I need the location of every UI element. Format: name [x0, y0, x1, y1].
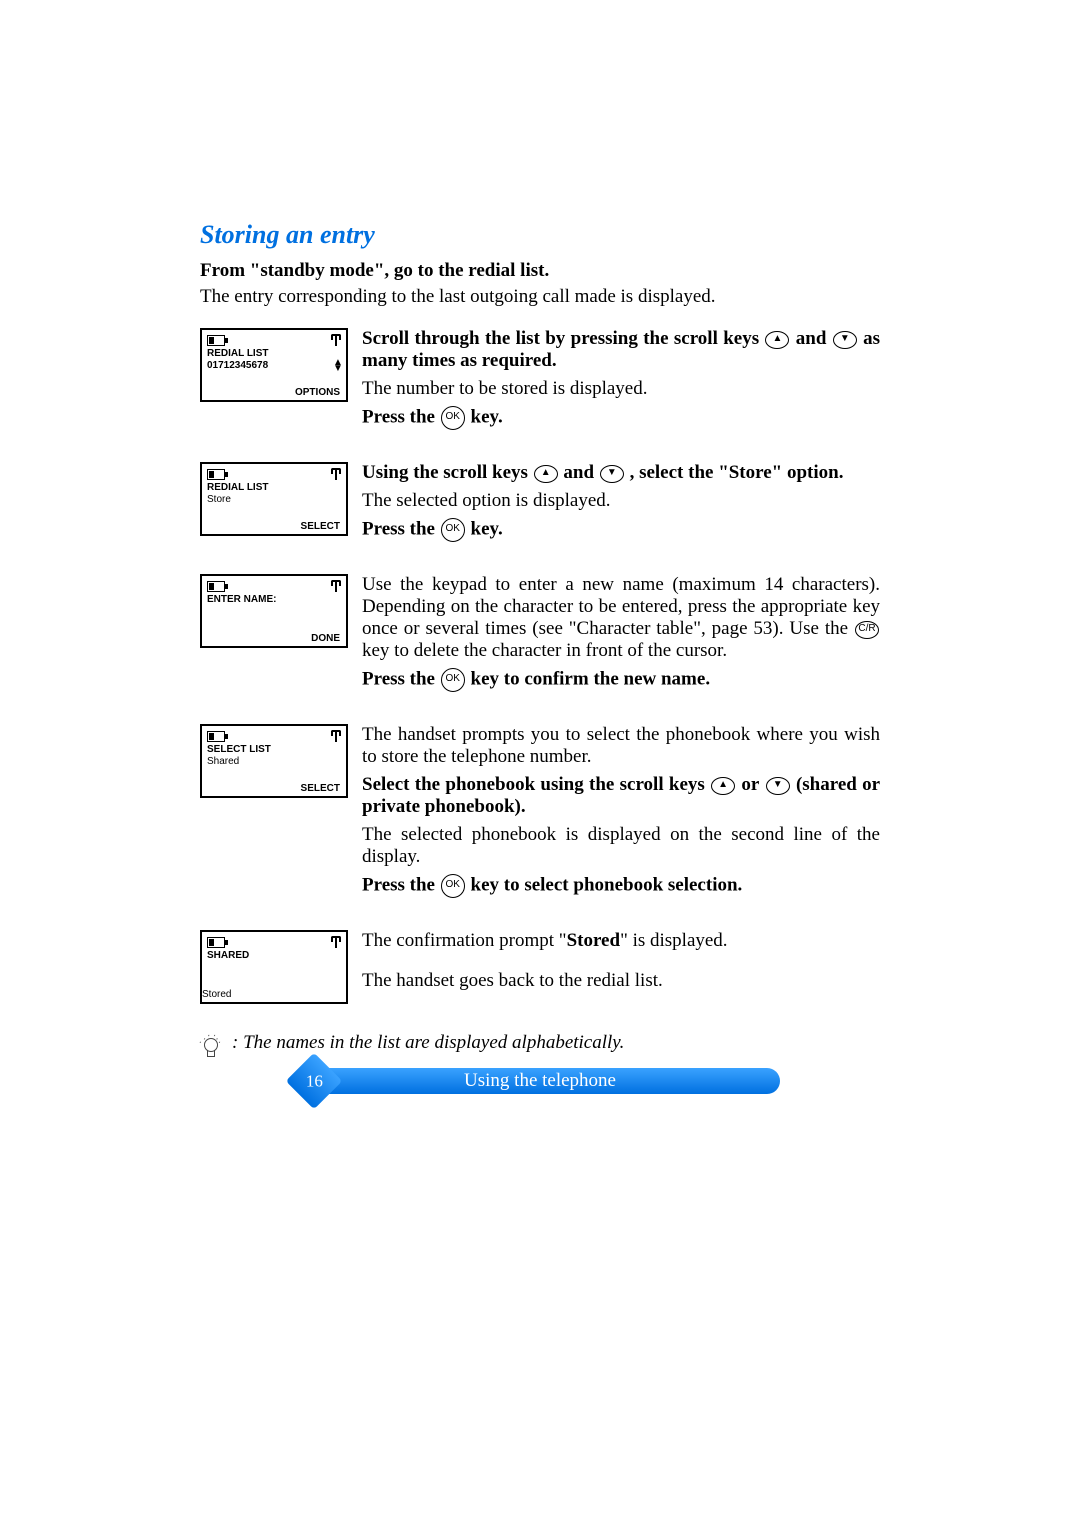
screen-enter-name: ENTER NAME: DONE [200, 574, 348, 648]
instr-text: or [741, 774, 759, 795]
instr-text: , select the "Store" option. [630, 462, 844, 483]
screen-select-list: SELECT LIST Shared SELECT [200, 724, 348, 798]
scroll-up-key-icon: ▲ [534, 465, 558, 483]
instr-text: and [796, 328, 827, 349]
screen-line2: Shared [207, 756, 341, 768]
instr-text: key. [471, 518, 503, 539]
step-5: SHARED Stored The confirmation prompt "S… [200, 930, 880, 1004]
screen-stored: SHARED Stored [200, 930, 348, 1004]
signal-icon [331, 580, 341, 594]
ok-key-icon: OK [441, 406, 465, 430]
instr-text: key to confirm the new name. [471, 668, 711, 689]
screen-line1: REDIAL LIST [207, 482, 341, 494]
step-4: SELECT LIST Shared SELECT The handset pr… [200, 724, 880, 904]
instr-text: Press the [362, 668, 435, 689]
scroll-down-key-icon: ▼ [833, 331, 857, 349]
instr-text: " is displayed. [620, 930, 728, 951]
lead-plain: The entry corresponding to the last outg… [200, 286, 880, 308]
battery-icon [207, 581, 225, 592]
softkey-select: SELECT [301, 521, 340, 532]
screen-line1: SHARED [207, 950, 341, 962]
footer-label: Using the telephone [464, 1070, 616, 1092]
screen-line1: ENTER NAME: [207, 594, 341, 606]
battery-icon [207, 335, 225, 346]
scroll-up-key-icon: ▲ [765, 331, 789, 349]
footer: 16 Using the telephone [0, 1068, 1080, 1094]
ok-key-icon: OK [441, 874, 465, 898]
screen-line1: REDIAL LIST [207, 348, 341, 360]
instr-text: The number to be stored is displayed. [362, 378, 880, 400]
screen-redial-number: REDIAL LIST 01712345678 ▲▼ OPTIONS [200, 328, 348, 402]
instr-text: The confirmation prompt " [362, 930, 567, 951]
battery-icon [207, 937, 225, 948]
instr-text: The handset goes back to the redial list… [362, 970, 880, 992]
stored-word: Stored [567, 930, 620, 951]
instr-text: Select the phonebook using the scroll ke… [362, 774, 705, 795]
step-2: REDIAL LIST Store SELECT Using the scrol… [200, 462, 880, 548]
instr-text: Using the scroll keys [362, 462, 528, 483]
signal-icon [331, 936, 341, 950]
screen-redial-store: REDIAL LIST Store SELECT [200, 462, 348, 536]
page-number-badge: 16 [286, 1053, 343, 1110]
instr-text: The handset prompts you to select the ph… [362, 724, 880, 768]
softkey-options: OPTIONS [295, 387, 340, 398]
instr-text: key. [471, 406, 503, 427]
tip-note: ⋰ ⋱ : The names in the list are displaye… [200, 1032, 880, 1060]
scroll-down-key-icon: ▼ [600, 465, 624, 483]
lead-bold: From "standby mode", go to the redial li… [200, 260, 880, 282]
screen-line2: 01712345678 [207, 360, 268, 372]
instr-text: Press the [362, 874, 435, 895]
signal-icon [331, 468, 341, 482]
battery-icon [207, 469, 225, 480]
step-1: REDIAL LIST 01712345678 ▲▼ OPTIONS Scrol… [200, 328, 880, 436]
softkey-stored: Stored [202, 989, 231, 1000]
screen-line1: SELECT LIST [207, 744, 341, 756]
instr-text: key to delete the character in front of … [362, 640, 727, 661]
updown-icon: ▲▼ [333, 360, 341, 372]
instr-text: Press the [362, 406, 435, 427]
battery-icon [207, 731, 225, 742]
softkey-select: SELECT [301, 783, 340, 794]
softkey-done: DONE [311, 633, 340, 644]
scroll-up-key-icon: ▲ [711, 777, 735, 795]
instr-text: The selected option is displayed. [362, 490, 880, 512]
screen-line2: Store [207, 494, 341, 506]
ok-key-icon: OK [441, 668, 465, 692]
section-title: Storing an entry [200, 220, 880, 250]
step-3: ENTER NAME: DONE Use the keypad to enter… [200, 574, 880, 698]
ok-key-icon: OK [441, 518, 465, 542]
instr-text: The selected phonebook is displayed on t… [362, 824, 880, 868]
signal-icon [331, 334, 341, 348]
instr-text: key to select phonebook selection. [471, 874, 743, 895]
tip-bulb-icon: ⋰ ⋱ [200, 1032, 222, 1060]
signal-icon [331, 730, 341, 744]
scroll-down-key-icon: ▼ [766, 777, 790, 795]
instr-text: Use the keypad to enter a new name (maxi… [362, 574, 880, 639]
instr-text: Scroll through the list by pressing the … [362, 328, 759, 349]
instr-text: and [563, 462, 594, 483]
footer-pill: 16 Using the telephone [300, 1068, 780, 1094]
instr-text: Press the [362, 518, 435, 539]
tip-text: : The names in the list are displayed al… [232, 1032, 624, 1054]
clear-key-icon: C/R [855, 621, 879, 639]
